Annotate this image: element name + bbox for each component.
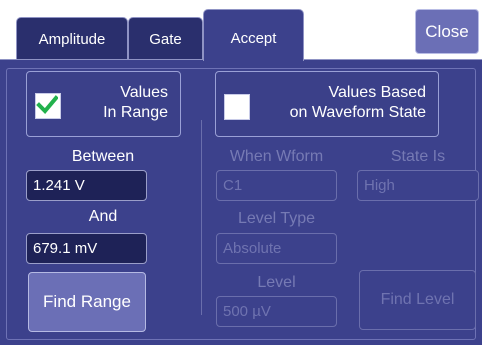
find-range-label: Find Range <box>43 292 131 311</box>
between-label: Between <box>71 148 135 165</box>
tab-amplitude[interactable]: Amplitude <box>16 17 128 60</box>
values-based-on-state-label: Values Based on Waveform State <box>289 84 426 121</box>
values-based-on-state-checkbox[interactable] <box>224 94 250 120</box>
level-field: 500 µV <box>216 296 337 327</box>
state-is-label: State Is <box>390 148 446 165</box>
find-level-label: Find Level <box>380 291 455 308</box>
level-type-label: Level Type <box>237 210 316 227</box>
tab-accept[interactable]: Accept <box>203 9 304 61</box>
and-value-field[interactable]: 679.1 mV <box>26 233 147 264</box>
tab-gate[interactable]: Gate <box>128 17 203 60</box>
between-value-field[interactable]: 1.241 V <box>26 170 147 201</box>
level-type-field: Absolute <box>216 233 337 264</box>
values-in-range-toggle[interactable]: Values In Range <box>26 71 181 137</box>
find-range-button[interactable]: Find Range <box>28 272 146 332</box>
values-in-range-label: Values In Range <box>103 84 168 121</box>
values-in-range-checkbox[interactable] <box>35 93 61 119</box>
level-label: Level <box>257 274 296 291</box>
values-based-on-state-toggle[interactable]: Values Based on Waveform State <box>215 71 439 137</box>
checkmark-icon <box>36 95 58 114</box>
find-level-button: Find Level <box>359 270 476 330</box>
column-divider <box>201 120 202 315</box>
accept-panel: Values In Range Between 1.241 V And 679.… <box>0 59 482 345</box>
tab-gate-label: Gate <box>149 30 182 48</box>
when-wform-label: When Wform <box>229 148 324 165</box>
tab-amplitude-label: Amplitude <box>38 30 106 48</box>
when-wform-field: C1 <box>216 170 337 201</box>
close-button[interactable]: Close <box>415 9 479 54</box>
and-label: And <box>88 208 118 225</box>
tab-accept-label: Accept <box>230 30 277 47</box>
state-is-field: High <box>357 170 479 201</box>
close-label: Close <box>425 21 469 41</box>
